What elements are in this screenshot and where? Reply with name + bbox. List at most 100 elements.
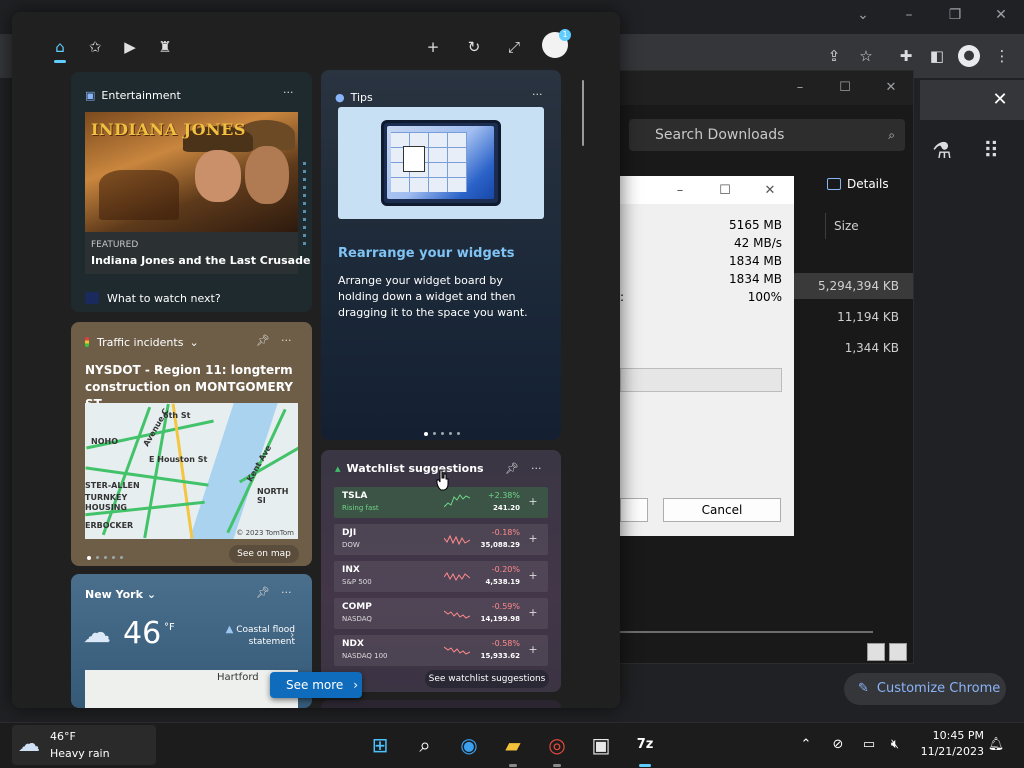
video-icon[interactable]: ▶	[119, 36, 141, 58]
stock-row-ndx[interactable]: NDX NASDAQ 100 -0.58% 15,933.62 +	[334, 635, 548, 666]
star-add-icon[interactable]: ✩	[84, 36, 106, 58]
maximize-icon[interactable]: ☐	[834, 77, 856, 99]
entertainment-header-label: Entertainment	[101, 89, 181, 102]
search-icon[interactable]: ⌕	[411, 731, 439, 759]
taskbar-weather-button[interactable]: ☁ 46°F Heavy rain	[12, 725, 156, 765]
minimize-icon[interactable]: –	[669, 180, 691, 202]
taskbar-clock-time[interactable]: 10:45 PM	[920, 729, 984, 742]
display-icon[interactable]: ▭	[859, 735, 879, 755]
restore-icon[interactable]: ❐	[943, 4, 967, 26]
add-to-watchlist-icon[interactable]: +	[526, 569, 540, 583]
stock-row-inx[interactable]: INX S&P 500 -0.20% 4,538.19 +	[334, 561, 548, 592]
maximize-icon[interactable]: ☐	[714, 180, 736, 202]
pin-icon[interactable]: 📌︎	[256, 586, 270, 599]
poster-face	[195, 150, 241, 202]
stock-row-dji[interactable]: DJI DOW -0.18% 35,088.29 +	[334, 524, 548, 555]
start-windows-icon[interactable]: ⊞	[366, 731, 394, 759]
carousel-pager[interactable]	[424, 426, 465, 440]
details-view-icon[interactable]	[867, 643, 885, 661]
details-pane-icon	[827, 178, 841, 190]
more-options-icon[interactable]: ···	[281, 586, 292, 599]
tiles-view-icon[interactable]	[889, 643, 907, 661]
add-widget-icon[interactable]: +	[422, 36, 444, 58]
search-downloads-input[interactable]: Search Downloads ⌕	[629, 119, 905, 151]
google-apps-icon[interactable]: ⠿	[978, 139, 1004, 165]
traffic-header[interactable]: Traffic incidents ⌄	[85, 336, 199, 349]
horizontal-scrollbar[interactable]	[619, 631, 873, 633]
7zip-app-icon[interactable]: 7z	[631, 731, 659, 767]
weather-map[interactable]: Hartford	[85, 670, 298, 708]
side-panel-icon[interactable]: ◧	[926, 45, 948, 67]
more-options-icon[interactable]: ···	[281, 334, 292, 347]
pin-icon[interactable]: 📌︎	[505, 462, 519, 475]
tablet-illustration	[381, 120, 501, 206]
traffic-widget[interactable]: Traffic incidents ⌄ 📌︎ ··· NYSDOT - Regio…	[71, 322, 312, 566]
tips-heading: Rearrange your widgets	[338, 246, 515, 261]
movie-poster-image[interactable]: INDIANA JONES	[85, 112, 298, 232]
close-icon[interactable]: ✕	[989, 4, 1013, 26]
sports-icon[interactable]: ♜	[154, 36, 176, 58]
refresh-icon[interactable]: ↻	[463, 36, 485, 58]
size-column-header[interactable]: Size	[825, 213, 905, 239]
show-hidden-icons-chevron-icon[interactable]: ⌃	[796, 735, 816, 755]
bookmark-star-icon[interactable]: ☆	[855, 45, 877, 67]
more-options-icon[interactable]: ···	[532, 88, 543, 101]
chevron-right-icon: ›	[290, 628, 295, 641]
close-panel-icon[interactable]: ✕	[988, 88, 1012, 112]
customize-chrome-button[interactable]: ✎ Customize Chrome	[844, 673, 1006, 705]
microsoft-store-icon[interactable]: ▣	[587, 731, 615, 759]
add-to-watchlist-icon[interactable]: +	[526, 532, 540, 546]
profile-avatar-icon[interactable]: ●	[958, 45, 980, 67]
tips-widget[interactable]: ● Tips ··· Rearrange your widgets Arrange…	[321, 70, 561, 440]
minimize-icon[interactable]: –	[897, 4, 921, 26]
chevron-down-icon[interactable]: ⌄	[851, 4, 875, 26]
network-disconnected-icon[interactable]: ⊘	[828, 735, 848, 755]
add-to-watchlist-icon[interactable]: +	[526, 495, 540, 509]
see-watchlist-suggestions-button[interactable]: See watchlist suggestions	[425, 670, 549, 688]
add-to-watchlist-icon[interactable]: +	[526, 643, 540, 657]
see-more-button[interactable]: See more ›	[270, 672, 362, 698]
share-icon[interactable]: ⇪	[823, 45, 845, 67]
dragged-widget-illustration	[403, 146, 425, 172]
stock-row-tsla[interactable]: TSLA Rising fast +2.38% 241.20 +	[334, 487, 548, 518]
extensions-icon[interactable]: ✚	[895, 45, 917, 67]
close-icon[interactable]: ✕	[880, 77, 902, 99]
profile-avatar[interactable]: 1	[542, 29, 571, 58]
see-on-map-button[interactable]: See on map	[229, 545, 299, 563]
background-button[interactable]	[620, 498, 648, 522]
weather-location[interactable]: New York ⌄	[85, 588, 156, 601]
close-icon[interactable]: ✕	[759, 180, 781, 202]
chrome-menu-icon[interactable]: ⋮	[991, 45, 1013, 67]
taskbar-temperature: 46°F	[50, 730, 76, 743]
weather-alert-link[interactable]: ▲ Coastal flood statement	[215, 624, 295, 648]
notification-bell-icon[interactable]: 🔔︎	[986, 735, 1006, 755]
more-options-icon[interactable]: ···	[283, 86, 294, 99]
minimize-icon[interactable]: –	[789, 77, 811, 99]
file-explorer-icon[interactable]: ▰	[499, 731, 527, 767]
entertainment-widget[interactable]: ▣ Entertainment ··· INDIANA JONES FEATURE…	[71, 72, 312, 312]
pin-icon[interactable]: 📌︎	[256, 334, 270, 347]
details-button[interactable]: Details	[827, 177, 889, 191]
what-to-watch-link[interactable]: What to watch next?	[85, 292, 221, 305]
warning-icon: ▲	[225, 624, 234, 635]
traffic-map[interactable]: NOHO E Houston St 6th St Avenue C Kent A…	[85, 403, 298, 539]
cancel-button[interactable]: Cancel	[663, 498, 781, 522]
chrome-browser-icon[interactable]: ◎	[543, 731, 571, 767]
stock-symbol: DJI	[342, 528, 357, 538]
more-options-icon[interactable]: ···	[531, 462, 542, 475]
taskbar-weather-desc: Heavy rain	[50, 747, 110, 760]
home-icon[interactable]: ⌂	[49, 36, 71, 58]
map-label: E Houston St	[149, 455, 208, 464]
widgets-scrollbar[interactable]	[582, 80, 584, 146]
carousel-pager[interactable]	[87, 550, 128, 564]
add-to-watchlist-icon[interactable]: +	[526, 606, 540, 620]
edge-browser-icon[interactable]: ◉	[455, 731, 483, 759]
tips-illustration	[338, 107, 544, 219]
stock-row-comp[interactable]: COMP NASDAQ -0.59% 14,199.98 +	[334, 598, 548, 629]
volume-muted-icon[interactable]: 🔇︎	[885, 735, 905, 755]
expand-icon[interactable]: ⤢	[503, 36, 525, 58]
labs-flask-icon[interactable]: ⚗	[929, 139, 955, 165]
taskbar-clock-date[interactable]: 11/21/2023	[920, 745, 984, 758]
featured-title[interactable]: Indiana Jones and the Last Crusade	[91, 254, 310, 267]
temperature-unit[interactable]: °F	[164, 622, 175, 633]
